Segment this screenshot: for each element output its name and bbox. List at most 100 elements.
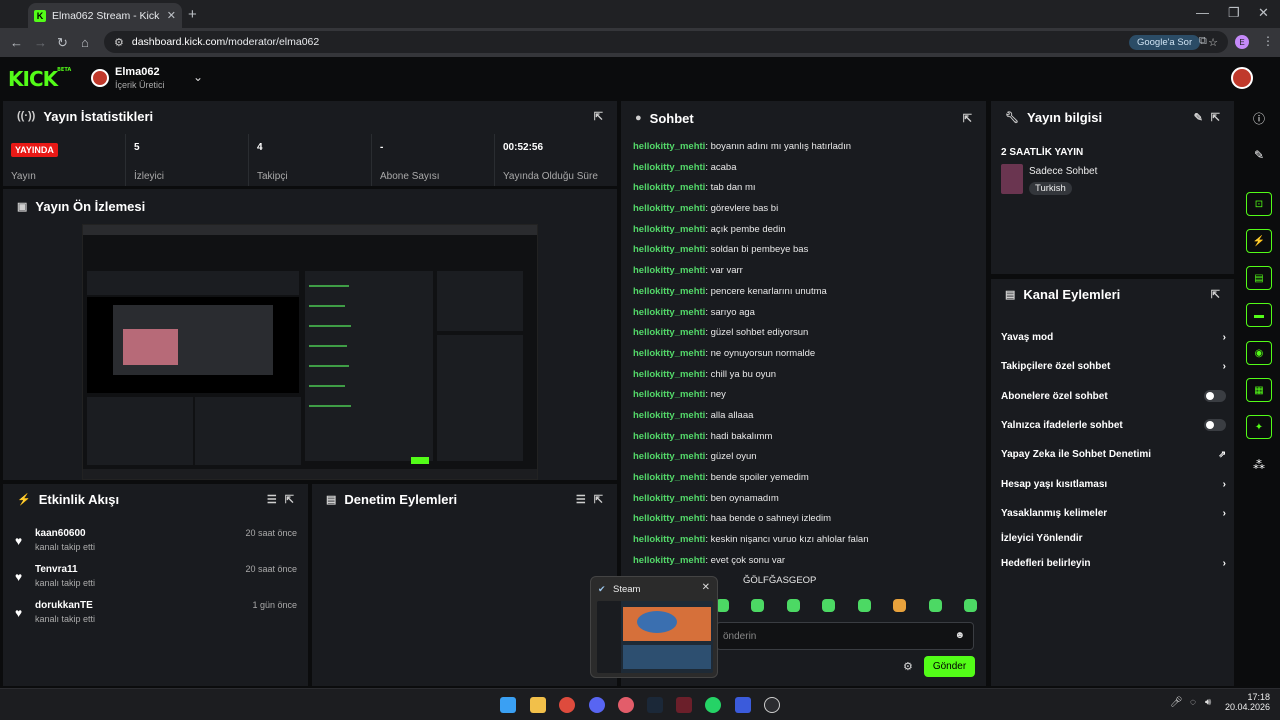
category-name[interactable]: Sadece Sohbet — [1029, 166, 1097, 177]
category-thumbnail[interactable] — [1001, 164, 1023, 194]
notes-widget-icon[interactable]: ▤ — [1246, 266, 1272, 290]
actions-widget-icon[interactable]: ▦ — [1246, 378, 1272, 402]
popout-icon[interactable]: ⇱ — [594, 110, 603, 123]
filter-icon[interactable]: ☰ — [576, 493, 586, 506]
network-icon[interactable]: ◌ — [1190, 697, 1196, 708]
chat-message[interactable]: hellokitty_mehti: tab dan mı — [633, 182, 983, 203]
emote-icon[interactable] — [929, 599, 942, 612]
app-icon[interactable] — [735, 697, 751, 713]
toggle-switch[interactable] — [1204, 390, 1226, 402]
action-ai-moderation[interactable]: Yapay Zeka ile Sohbet Denetimi ⇗ — [1001, 444, 1226, 464]
filter-icon[interactable]: ☰ — [267, 493, 277, 506]
chat-message[interactable]: hellokitty_mehti: ney — [633, 389, 983, 410]
browser-tab[interactable]: K Elma062 Stream - Kick Dashboard ✕ — [28, 3, 182, 28]
layout-icon[interactable]: ⁂ — [1246, 453, 1272, 477]
preview-widget-icon[interactable]: ⊡ — [1246, 192, 1272, 216]
steam-icon[interactable] — [647, 697, 663, 713]
chat-message[interactable]: hellokitty_mehti: sarıyo aga — [633, 307, 983, 328]
extensions-icon[interactable]: ⧉ — [1199, 35, 1207, 48]
user-avatar[interactable] — [1231, 67, 1253, 89]
action-slow-mode[interactable]: Yavaş mod › — [1001, 327, 1226, 347]
emote-icon[interactable] — [893, 599, 906, 612]
emote-icon[interactable] — [787, 599, 800, 612]
emoji-icon[interactable]: ☻ — [954, 630, 965, 641]
media-app-icon[interactable] — [676, 697, 692, 713]
color-app-icon[interactable] — [618, 697, 634, 713]
info-icon[interactable]: ⓘ — [1246, 106, 1272, 130]
activity-user[interactable]: Tenvra11 — [35, 564, 78, 575]
chat-message[interactable]: hellokitty_mehti: ben oynamadım — [633, 493, 983, 514]
chat-message[interactable]: hellokitty_mehti: güzel oyun — [633, 451, 983, 472]
chat-message[interactable]: hellokitty_mehti: pencere kenarlarını un… — [633, 286, 983, 307]
popout-icon[interactable]: ⇱ — [594, 493, 603, 506]
chat-widget-icon[interactable]: ▬ — [1246, 303, 1272, 327]
channel-name[interactable]: Elma062 — [115, 66, 160, 78]
chat-message[interactable]: hellokitty_mehti: soldan bi pembeye bas — [633, 244, 983, 265]
chat-message[interactable]: hellokitty_mehti: acaba — [633, 162, 983, 183]
chat-message[interactable]: hellokitty_mehti: chill ya bu oyun — [633, 369, 983, 390]
chat-message[interactable]: hellokitty_mehti: görevlere bas bi — [633, 203, 983, 224]
stream-preview-video[interactable] — [82, 224, 538, 480]
edit-pencil-icon[interactable]: ✎ — [1194, 111, 1203, 124]
home-icon[interactable]: ⌂ — [81, 35, 89, 50]
browser-menu-icon[interactable]: ⋮ — [1262, 34, 1274, 48]
mic-icon[interactable]: 🎤︎ — [1170, 697, 1183, 708]
close-preview-icon[interactable]: ✕ — [702, 582, 710, 593]
action-goals[interactable]: Hedefleri belirleyin › — [1001, 553, 1226, 573]
omnibox[interactable]: ⚙ dashboard.kick.com/moderator/elma062 G… — [104, 31, 1228, 53]
chat-message[interactable]: hellokitty_mehti: güzel sohbet ediyorsun — [633, 327, 983, 348]
reload-icon[interactable]: ↻ — [57, 35, 68, 51]
chat-message[interactable]: hellokitty_mehti: boyanın adını mı yanlı… — [633, 141, 983, 162]
popout-icon[interactable]: ⇱ — [963, 112, 972, 125]
close-window-icon[interactable]: ✕ — [1258, 5, 1269, 21]
activity-user[interactable]: kaan60600 — [35, 528, 86, 539]
toggle-switch[interactable] — [1204, 419, 1226, 431]
chat-message[interactable]: hellokitty_mehti: açık pembe dedin — [633, 224, 983, 245]
action-emote-only[interactable]: Yalnızca ifadelerle sohbet — [1001, 415, 1226, 435]
channel-avatar[interactable] — [91, 69, 109, 87]
popout-icon[interactable]: ⇱ — [1211, 288, 1220, 301]
volume-icon[interactable]: 🔊︎ — [1205, 697, 1211, 708]
emote-icon[interactable] — [822, 599, 835, 612]
chat-message[interactable]: hellokitty_mehti: var varr — [633, 265, 983, 286]
whatsapp-icon[interactable] — [705, 697, 721, 713]
forward-icon[interactable]: → — [34, 35, 47, 50]
chat-message[interactable]: hellokitty_mehti: bende spoiler yemedim — [633, 472, 983, 493]
obs-icon[interactable] — [764, 697, 780, 713]
chat-message[interactable]: hellokitty_mehti: ne oynuyorsun normalde — [633, 348, 983, 369]
steam-taskbar-preview[interactable]: ✔ Steam ✕ — [590, 576, 718, 678]
maximize-icon[interactable]: ❐ — [1228, 5, 1240, 21]
emote-icon[interactable] — [858, 599, 871, 612]
action-followers-only[interactable]: Takipçilere özel sohbet › — [1001, 356, 1226, 376]
site-info-icon[interactable]: ⚙ — [114, 36, 124, 49]
back-icon[interactable]: ← — [10, 35, 23, 50]
url-text[interactable]: dashboard.kick.com/moderator/elma062 — [132, 36, 1121, 48]
emote-icon[interactable] — [751, 599, 764, 612]
steam-preview-thumbnail[interactable] — [597, 601, 713, 673]
new-tab-button[interactable]: + — [188, 6, 197, 23]
discord-icon[interactable] — [589, 697, 605, 713]
chat-message-list[interactable]: hellokitty_mehti: boyanın adını mı yanlı… — [633, 141, 983, 596]
close-tab-icon[interactable]: ✕ — [167, 9, 176, 22]
channel-switch-chevron-icon[interactable]: ⌄ — [193, 70, 203, 84]
bookmark-star-icon[interactable]: ☆ — [1208, 36, 1218, 49]
chat-message[interactable]: hellokitty_mehti: alla allaaa — [633, 410, 983, 431]
action-banned-words[interactable]: Yasaklanmış kelimeler › — [1001, 503, 1226, 523]
chat-message[interactable]: hellokitty_mehti: evet çok sonu var — [633, 555, 983, 576]
chat-input[interactable]: önderin ☻ — [716, 622, 974, 650]
chrome-icon[interactable] — [559, 697, 575, 713]
minimize-icon[interactable]: — — [1196, 5, 1209, 20]
action-raid[interactable]: İzleyici Yönlendir — [1001, 528, 1226, 548]
clock[interactable]: 17:18 20.04.2026 — [1222, 692, 1270, 712]
edit-icon[interactable]: ✎ — [1246, 143, 1272, 167]
activity-widget-icon[interactable]: ⚡ — [1246, 229, 1272, 253]
chat-message[interactable]: hellokitty_mehti: haa bende o sahneyi iz… — [633, 513, 983, 534]
action-account-age[interactable]: Hesap yaşı kısıtlaması › — [1001, 474, 1226, 494]
start-icon[interactable] — [500, 697, 516, 713]
popout-icon[interactable]: ⇱ — [285, 493, 294, 506]
google-ask-button[interactable]: Google'a Sor — [1128, 34, 1201, 50]
chat-message[interactable]: hellokitty_mehti: keskin nişancı vuruo k… — [633, 534, 983, 555]
broadcast-widget-icon[interactable]: ◉ — [1246, 341, 1272, 365]
action-subscribers-only[interactable]: Abonelere özel sohbet — [1001, 386, 1226, 406]
send-button[interactable]: Gönder — [924, 656, 975, 677]
